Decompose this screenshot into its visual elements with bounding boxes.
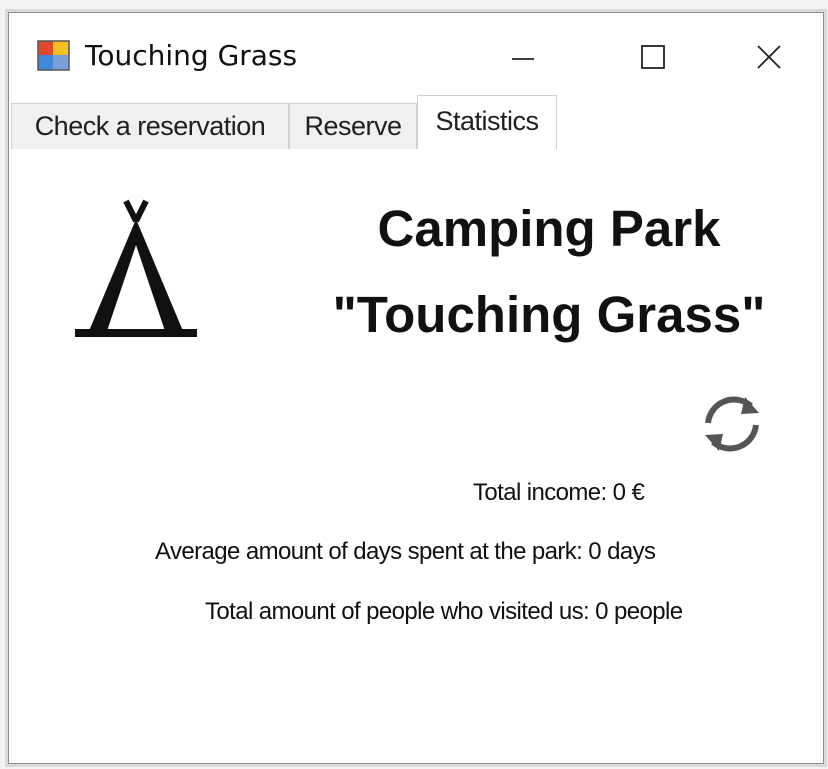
main-window: Touching Grass Check a reservation Reser… <box>8 12 824 764</box>
tab-reserve[interactable]: Reserve <box>289 103 417 149</box>
close-icon <box>757 45 781 69</box>
park-name-line1: Camping Park <box>377 200 721 257</box>
park-name-line2: "Touching Grass" <box>332 286 766 343</box>
tab-statistics[interactable]: Statistics <box>417 95 557 150</box>
close-button[interactable] <box>741 35 797 79</box>
maximize-icon <box>641 45 665 69</box>
minimize-button[interactable] <box>495 35 551 79</box>
maximize-button[interactable] <box>625 35 681 79</box>
minimize-icon <box>512 58 534 60</box>
statistics-panel: Camping Park "Touching Grass" Total inco… <box>9 149 823 763</box>
tab-strip: Check a reservation Reserve Statistics <box>9 95 823 150</box>
total-income-label: Total income: 0 € <box>473 479 645 506</box>
window-title: Touching Grass <box>85 39 298 72</box>
tent-icon <box>75 199 197 337</box>
tab-check-reservation[interactable]: Check a reservation <box>11 103 289 149</box>
title-bar[interactable]: Touching Grass <box>9 13 823 99</box>
app-window-icon <box>37 40 70 71</box>
average-days-label: Average amount of days spent at the park… <box>155 538 656 565</box>
total-people-label: Total amount of people who visited us: 0… <box>205 598 683 625</box>
refresh-icon[interactable] <box>695 387 769 461</box>
